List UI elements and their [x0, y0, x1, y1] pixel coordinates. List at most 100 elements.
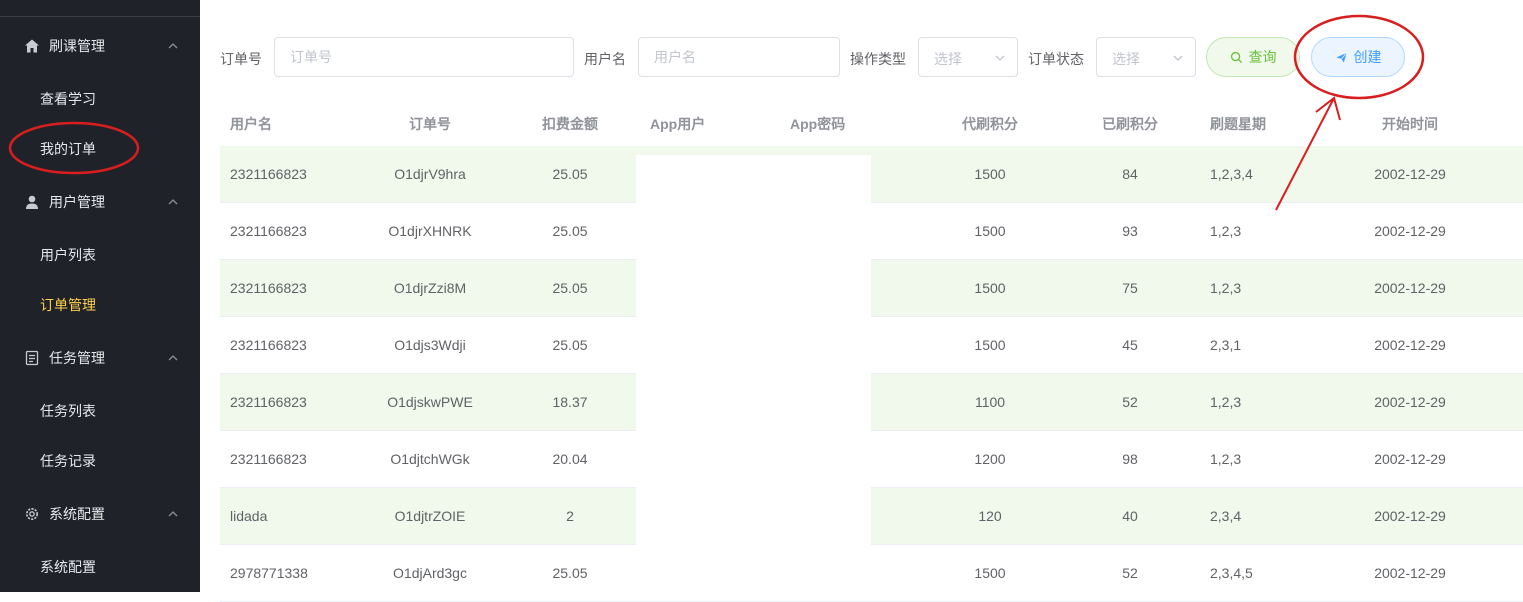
sidebar-group-course[interactable]: 刷课管理 — [0, 21, 200, 71]
cell-weekdays: 2,3,1 — [1210, 337, 1242, 353]
sidebar-item-my-orders[interactable]: 我的订单 — [40, 139, 96, 159]
column-header-order-no[interactable]: 订单号 — [409, 114, 451, 134]
sidebar-item-task-list[interactable]: 任务列表 — [40, 401, 96, 421]
cell-amount: 25.05 — [552, 337, 588, 353]
sidebar-group-label: 任务管理 — [49, 350, 105, 366]
cell-username: lidada — [230, 508, 268, 524]
cell-username: 2978771338 — [230, 565, 308, 581]
cell-done-points: 52 — [1122, 394, 1138, 410]
table-row[interactable]: 2321166823 O1djrZzi8M 25.05 1500 75 1,2,… — [220, 260, 1523, 317]
table-header: 用户名 订单号 扣费金额 App用户 App密码 代刷积分 已刷积分 刷题星期 … — [220, 97, 1523, 147]
status-label: 订单状态 — [1028, 51, 1084, 67]
cell-start-time: 2002-12-29 — [1374, 166, 1446, 182]
cell-start-time: 2002-12-29 — [1374, 451, 1446, 467]
cell-start-time: 2002-12-29 — [1374, 280, 1446, 296]
cell-done-points: 98 — [1122, 451, 1138, 467]
cell-points: 1500 — [974, 280, 1006, 296]
order-no-label: 订单号 — [220, 51, 262, 67]
table-row[interactable]: 2978771338 O1djArd3gc 25.05 1500 52 2,3,… — [220, 545, 1523, 602]
sidebar: 刷课管理 查看学习 我的订单 用户管理 用户列表 订单管理 任务管理 任务列表 … — [0, 0, 200, 592]
cell-start-time: 2002-12-29 — [1374, 223, 1446, 239]
status-select[interactable]: 选择 — [1096, 37, 1196, 77]
gear-icon — [23, 505, 41, 523]
cell-done-points: 93 — [1122, 223, 1138, 239]
chevron-down-icon — [1173, 55, 1183, 61]
sidebar-group-label: 系统配置 — [49, 506, 105, 522]
query-button[interactable]: 查询 — [1206, 37, 1300, 77]
cell-weekdays: 1,2,3 — [1210, 451, 1242, 467]
column-header-start-time[interactable]: 开始时间 — [1382, 114, 1438, 134]
cell-points: 1500 — [974, 337, 1006, 353]
sidebar-item-task-log[interactable]: 任务记录 — [40, 451, 96, 471]
chevron-up-icon — [168, 199, 178, 205]
cell-order-no: O1djtrZOIE — [394, 508, 466, 524]
cell-amount: 2 — [566, 508, 574, 524]
cell-username: 2321166823 — [230, 280, 307, 296]
sidebar-group-users[interactable]: 用户管理 — [0, 177, 200, 227]
cell-username: 2321166823 — [230, 451, 307, 467]
create-button[interactable]: 创建 — [1311, 37, 1405, 77]
search-icon — [1230, 51, 1242, 63]
sidebar-group-tasks[interactable]: 任务管理 — [0, 333, 200, 383]
cell-username: 2321166823 — [230, 394, 307, 410]
cell-start-time: 2002-12-29 — [1374, 565, 1446, 581]
table-row[interactable]: lidada O1djtrZOIE 2 120 40 2,3,4 2002-12… — [220, 488, 1523, 545]
sidebar-item-view-study[interactable]: 查看学习 — [40, 89, 96, 109]
cell-amount: 25.05 — [552, 166, 588, 182]
cell-order-no: O1djrXHNRK — [388, 223, 472, 239]
home-icon — [23, 37, 41, 55]
username-input[interactable] — [638, 37, 840, 77]
chevron-up-icon — [168, 355, 178, 361]
cell-points: 1500 — [974, 223, 1006, 239]
column-header-weekdays[interactable]: 刷题星期 — [1210, 114, 1266, 134]
sidebar-divider — [0, 16, 200, 17]
sidebar-group-label: 刷课管理 — [49, 38, 105, 54]
column-header-username[interactable]: 用户名 — [230, 114, 272, 134]
table-row[interactable]: 2321166823 O1djs3Wdji 25.05 1500 45 2,3,… — [220, 317, 1523, 374]
cell-start-time: 2002-12-29 — [1374, 394, 1446, 410]
cell-order-no: O1djtchWGk — [390, 451, 470, 467]
cell-weekdays: 2,3,4 — [1210, 508, 1242, 524]
cell-amount: 18.37 — [552, 394, 588, 410]
cell-weekdays: 1,2,3 — [1210, 394, 1242, 410]
column-header-app-user[interactable]: App用户 — [650, 114, 705, 134]
sidebar-group-system[interactable]: 系统配置 — [0, 489, 200, 539]
send-icon — [1335, 52, 1347, 63]
cell-points: 1500 — [974, 565, 1006, 581]
cell-order-no: O1djrZzi8M — [393, 280, 467, 296]
cell-username: 2321166823 — [230, 166, 307, 182]
cell-points: 120 — [978, 508, 1002, 524]
cell-order-no: O1djrV9hra — [394, 166, 466, 182]
sidebar-item-system-config[interactable]: 系统配置 — [40, 557, 96, 577]
op-type-label: 操作类型 — [850, 51, 906, 67]
table-row[interactable]: 2321166823 O1djtchWGk 20.04 1200 98 1,2,… — [220, 431, 1523, 488]
sidebar-item-user-list[interactable]: 用户列表 — [40, 245, 96, 265]
user-icon — [23, 193, 41, 211]
chevron-down-icon — [995, 55, 1005, 61]
table-row[interactable]: 2321166823 O1djrXHNRK 25.05 1500 93 1,2,… — [220, 203, 1523, 260]
cell-weekdays: 1,2,3 — [1210, 280, 1242, 296]
column-header-amount[interactable]: 扣费金额 — [542, 114, 598, 134]
column-header-points[interactable]: 代刷积分 — [962, 114, 1018, 134]
cell-done-points: 52 — [1122, 565, 1138, 581]
status-placeholder: 选择 — [1112, 51, 1140, 67]
cell-start-time: 2002-12-29 — [1374, 337, 1446, 353]
column-header-app-password[interactable]: App密码 — [790, 114, 845, 134]
column-header-done-points[interactable]: 已刷积分 — [1102, 114, 1158, 134]
cell-amount: 25.05 — [552, 565, 588, 581]
cell-username: 2321166823 — [230, 223, 307, 239]
table-row[interactable]: 2321166823 O1djrV9hra 25.05 1500 84 1,2,… — [220, 146, 1523, 203]
op-type-select[interactable]: 选择 — [918, 37, 1018, 77]
create-button-label: 创建 — [1353, 49, 1382, 65]
order-no-input[interactable] — [274, 37, 574, 77]
cell-amount: 25.05 — [552, 223, 588, 239]
chevron-up-icon — [168, 511, 178, 517]
cell-order-no: O1djArd3gc — [393, 565, 467, 581]
table-row[interactable]: 2321166823 O1djskwPWE 18.37 1100 52 1,2,… — [220, 374, 1523, 431]
cell-done-points: 45 — [1122, 337, 1138, 353]
chevron-up-icon — [168, 43, 178, 49]
cell-amount: 25.05 — [552, 280, 588, 296]
sidebar-item-order-management[interactable]: 订单管理 — [40, 295, 96, 315]
redaction-mask — [636, 155, 871, 575]
cell-order-no: O1djs3Wdji — [394, 337, 466, 353]
